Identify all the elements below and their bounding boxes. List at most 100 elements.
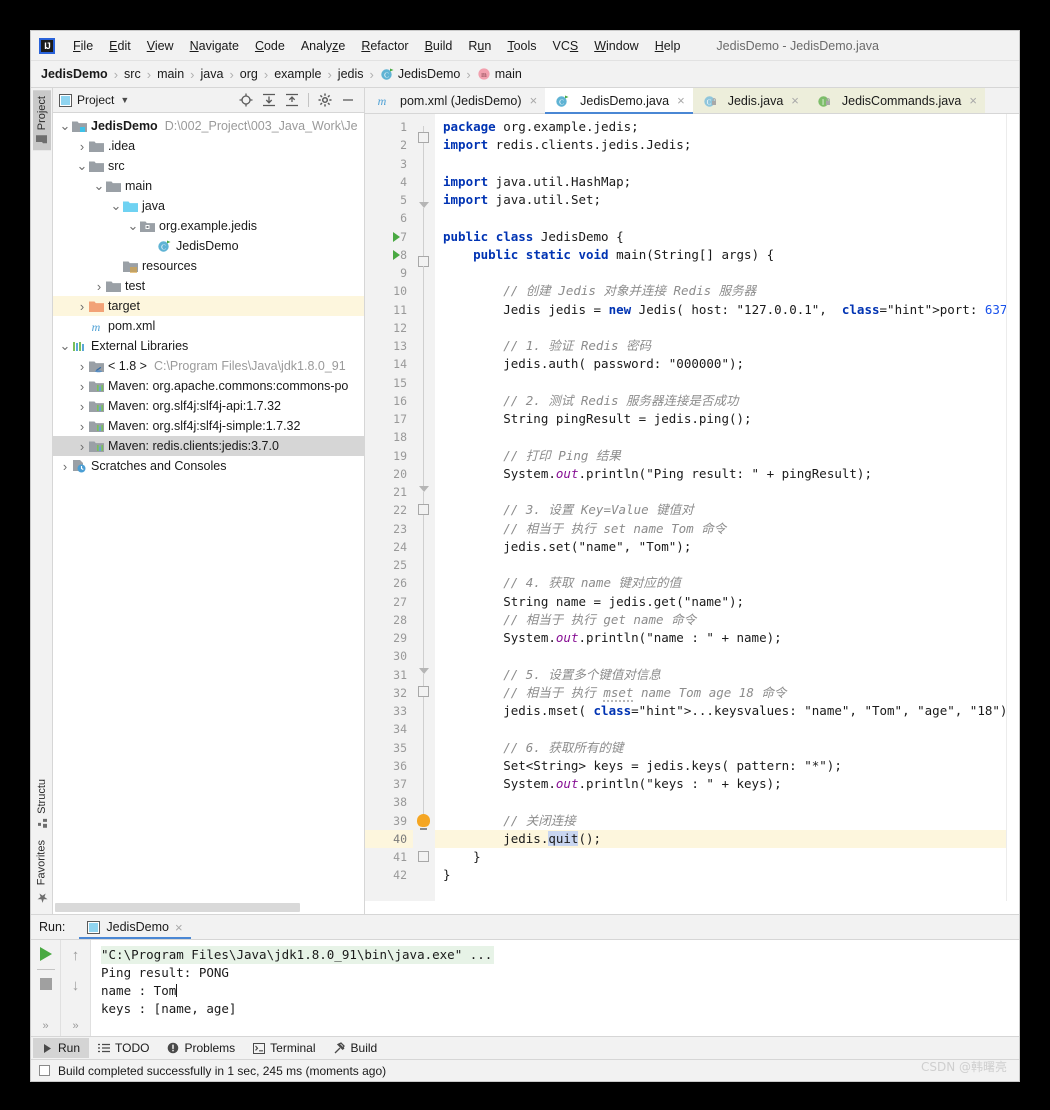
line-number-5[interactable]: 5 — [365, 191, 413, 209]
project-hscrollbar-track[interactable] — [53, 900, 364, 914]
hide-icon[interactable] — [341, 93, 355, 107]
rerun-icon[interactable] — [39, 947, 52, 961]
line-number-31[interactable]: 31 — [365, 666, 413, 684]
bottom-tab-problems[interactable]: Problems — [158, 1038, 244, 1058]
line-number-19[interactable]: 19 — [365, 447, 413, 465]
line-number-8[interactable]: 8 — [365, 246, 413, 264]
editor-tab-jediscommands-java[interactable]: I JedisCommands.java × — [806, 88, 985, 113]
code-line-40[interactable]: jedis.quit(); — [435, 829, 1006, 848]
bottom-tab-todo[interactable]: TODO — [89, 1038, 158, 1058]
code-line-7[interactable]: public class JedisDemo { — [443, 228, 1006, 246]
line-number-38[interactable]: 38 — [365, 793, 413, 811]
breadcrumb-item-org[interactable]: org — [240, 67, 258, 81]
line-number-42[interactable]: 42 — [365, 866, 413, 884]
down-arrow-icon[interactable]: ↓ — [72, 977, 80, 994]
close-icon[interactable]: × — [791, 93, 799, 108]
more-icon[interactable]: » — [42, 1020, 48, 1032]
chevron-right-icon[interactable]: › — [76, 379, 88, 394]
tree-node-target[interactable]: › target — [53, 296, 364, 316]
breadcrumb-item-jedisdemo[interactable]: C JedisDemo — [380, 67, 460, 81]
editor-tab-jedisdemo-java[interactable]: C JedisDemo.java × — [545, 88, 693, 114]
code-line-1[interactable]: package org.example.jedis; — [443, 118, 1006, 136]
fold-marker-block3[interactable] — [419, 668, 429, 674]
tree-node-resources[interactable]: resources — [53, 256, 364, 276]
code-line-35[interactable]: // 6. 获取所有的键 — [443, 739, 1006, 757]
project-hscrollbar-thumb[interactable] — [55, 902, 300, 912]
breadcrumb-item-java[interactable]: java — [201, 67, 224, 81]
line-number-17[interactable]: 17 — [365, 410, 413, 428]
collapse-all-icon[interactable] — [285, 93, 299, 107]
code-line-10[interactable]: // 创建 Jedis 对象并连接 Redis 服务器 — [443, 282, 1006, 300]
line-number-34[interactable]: 34 — [365, 720, 413, 738]
menu-item-analyze[interactable]: Analyze — [293, 37, 353, 55]
chevron-right-icon[interactable]: › — [76, 439, 88, 454]
code-line-5[interactable]: import java.util.Set; — [443, 191, 1006, 209]
expand-all-icon[interactable] — [262, 93, 276, 107]
menu-item-edit[interactable]: Edit — [101, 37, 139, 55]
code-line-2[interactable]: import redis.clients.jedis.Jedis; — [443, 136, 1006, 154]
code-line-12[interactable] — [443, 319, 1006, 337]
line-number-33[interactable]: 33 — [365, 702, 413, 720]
breadcrumb-item-jedis[interactable]: jedis — [338, 67, 364, 81]
editor-vscrollbar[interactable] — [1006, 114, 1019, 901]
code-line-31[interactable]: // 5. 设置多个键值对信息 — [443, 666, 1006, 684]
line-number-7[interactable]: 7 — [365, 228, 413, 246]
editor-code[interactable]: package org.example.jedis; import redis.c… — [435, 114, 1006, 901]
intention-bulb-icon[interactable] — [417, 814, 430, 830]
bottom-tab-run[interactable]: Run — [33, 1038, 90, 1058]
code-line-9[interactable] — [443, 264, 1006, 282]
chevron-right-icon[interactable]: › — [76, 359, 88, 374]
code-line-24[interactable]: jedis.set("name", "Tom"); — [443, 538, 1006, 556]
line-number-3[interactable]: 3 — [365, 155, 413, 173]
tree-node-java[interactable]: ⌄ java — [53, 196, 364, 216]
stop-icon[interactable] — [39, 978, 52, 990]
code-line-15[interactable] — [443, 374, 1006, 392]
line-number-13[interactable]: 13 — [365, 337, 413, 355]
code-line-21[interactable] — [443, 483, 1006, 501]
tree-node-maven-org-slf4j-slf4j-api-1-7-32[interactable]: › Maven: org.slf4j:slf4j-api:1.7.32 — [53, 396, 364, 416]
console-output[interactable]: "C:\Program Files\Java\jdk1.8.0_91\bin\j… — [91, 940, 1019, 1036]
line-number-10[interactable]: 10 — [365, 282, 413, 300]
code-line-8[interactable]: public static void main(String[] args) { — [443, 246, 1006, 264]
menu-item-file[interactable]: File — [65, 37, 101, 55]
line-number-29[interactable]: 29 — [365, 629, 413, 647]
line-number-27[interactable]: 27 — [365, 593, 413, 611]
menu-item-code[interactable]: Code — [247, 37, 293, 55]
line-number-12[interactable]: 12 — [365, 319, 413, 337]
line-number-2[interactable]: 2 — [365, 136, 413, 154]
editor-tab-pom-xml-jedisdemo-[interactable]: m pom.xml (JedisDemo) × — [365, 88, 545, 113]
code-line-33[interactable]: jedis.mset( class="hint">...keysvalues: … — [443, 702, 1006, 720]
more-icon-2[interactable]: » — [72, 1020, 78, 1032]
chevron-down-icon[interactable]: ⌄ — [76, 158, 88, 174]
line-number-25[interactable]: 25 — [365, 556, 413, 574]
chevron-right-icon[interactable]: › — [76, 299, 88, 314]
breadcrumb-item-src[interactable]: src — [124, 67, 141, 81]
code-line-4[interactable]: import java.util.HashMap; — [443, 173, 1006, 191]
code-line-3[interactable] — [443, 155, 1006, 173]
tree-node-jedisdemo[interactable]: C JedisDemo — [53, 236, 364, 256]
chevron-down-icon[interactable]: ⌄ — [59, 118, 71, 134]
code-line-42[interactable]: } — [443, 866, 1006, 884]
code-line-30[interactable] — [443, 647, 1006, 665]
fold-marker-block2[interactable] — [418, 504, 429, 515]
code-line-37[interactable]: System.out.println("keys : " + keys); — [443, 775, 1006, 793]
chevron-down-icon[interactable]: ⌄ — [59, 338, 71, 354]
close-icon[interactable]: × — [969, 93, 977, 108]
code-line-17[interactable]: String pingResult = jedis.ping(); — [443, 410, 1006, 428]
menu-item-run[interactable]: Run — [460, 37, 499, 55]
sidebar-item-favorites[interactable]: ★ Favorites — [32, 834, 51, 910]
code-line-14[interactable]: jedis.auth( password: "000000"); — [443, 355, 1006, 373]
code-line-20[interactable]: System.out.println("Ping result: " + pin… — [443, 465, 1006, 483]
chevron-right-icon[interactable]: › — [76, 399, 88, 414]
line-number-14[interactable]: 14 — [365, 355, 413, 373]
line-number-26[interactable]: 26 — [365, 574, 413, 592]
code-line-27[interactable]: String name = jedis.get("name"); — [443, 593, 1006, 611]
code-line-26[interactable]: // 4. 获取 name 键对应的值 — [443, 574, 1006, 592]
code-line-22[interactable]: // 3. 设置 Key=Value 键值对 — [443, 501, 1006, 519]
project-tree[interactable]: ⌄ JedisDemo D:\002_Project\003_Java_Work\J… — [53, 113, 364, 900]
chevron-down-icon[interactable]: ⌄ — [110, 198, 122, 214]
tree-node-maven-org-apache-commons-commons-po[interactable]: › Maven: org.apache.commons:commons-po — [53, 376, 364, 396]
editor-tab-jedis-java[interactable]: C Jedis.java × — [692, 88, 807, 113]
menu-item-build[interactable]: Build — [417, 37, 461, 55]
menu-item-view[interactable]: View — [139, 37, 182, 55]
